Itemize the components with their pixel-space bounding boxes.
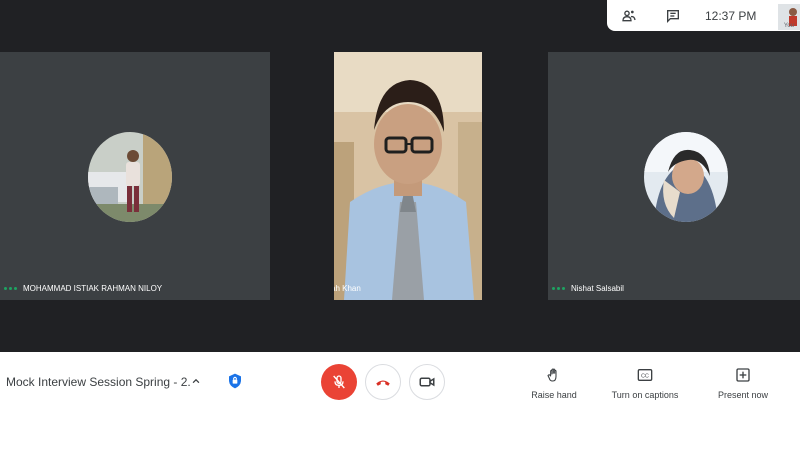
meeting-details-toggle[interactable]: [189, 372, 203, 390]
raise-hand-button[interactable]: Raise hand: [509, 366, 599, 400]
present-now-button[interactable]: Present now: [698, 366, 788, 400]
present-now-label: Present now: [717, 390, 769, 400]
svg-text:CC: CC: [641, 374, 649, 380]
mic-toggle-button[interactable]: [321, 364, 357, 400]
status-panel: 12:37 PM You: [607, 0, 800, 31]
camera-icon: [419, 377, 435, 387]
captions-label: Turn on captions: [611, 390, 679, 400]
participant-name: Rahmatullah Khan: [334, 283, 361, 293]
participant-tile-niloy[interactable]: MOHAMMAD ISTIAK RAHMAN NILOY: [0, 52, 270, 300]
participant-name-bar: Rahmatullah Khan: [334, 276, 361, 300]
participant-tile-rahmatullah[interactable]: Rahmatullah Khan: [334, 52, 482, 300]
chevron-up-icon: [192, 378, 200, 384]
participant-tile-nishat[interactable]: Nishat Salsabil: [548, 52, 800, 300]
present-icon: [734, 366, 752, 384]
self-view-label: You: [783, 23, 794, 29]
participant-name-bar: Nishat Salsabil: [548, 276, 624, 300]
participant-avatar-niloy: [88, 132, 172, 222]
video-stage: MOHAMMAD ISTIAK RAHMAN NILOY Rahmatullah…: [0, 0, 800, 352]
chat-icon: [667, 9, 679, 23]
meeting-title[interactable]: Mock Interview Session Spring - 2...: [6, 375, 191, 389]
clock-time: 12:37 PM: [705, 8, 757, 23]
participant-avatar-nishat: [644, 132, 728, 222]
chat-button[interactable]: [661, 4, 685, 28]
hangup-icon: [376, 380, 390, 386]
camera-toggle-button[interactable]: [409, 364, 445, 400]
participant-video-rahmatullah: [334, 52, 482, 300]
people-button[interactable]: [617, 4, 641, 28]
mic-off-icon: [333, 375, 345, 389]
raise-hand-label: Raise hand: [531, 390, 577, 400]
participant-name: MOHAMMAD ISTIAK RAHMAN NILOY: [23, 283, 163, 293]
participant-name: Nishat Salsabil: [571, 283, 624, 293]
leave-call-button[interactable]: [365, 364, 401, 400]
shield-lock-icon: [229, 373, 241, 389]
speaking-indicator: [4, 286, 17, 290]
hand-icon: [545, 366, 563, 384]
host-controls-button[interactable]: [225, 371, 245, 391]
participant-name-bar: MOHAMMAD ISTIAK RAHMAN NILOY: [0, 276, 162, 300]
people-icon: [622, 10, 636, 21]
speaking-indicator: [552, 286, 565, 290]
captions-icon: CC: [636, 366, 654, 384]
captions-button[interactable]: CC Turn on captions: [600, 366, 690, 400]
